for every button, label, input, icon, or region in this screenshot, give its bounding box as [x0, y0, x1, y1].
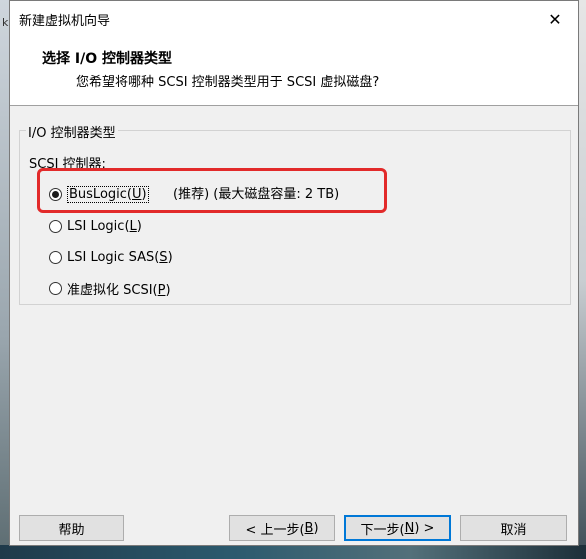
radio-label-paravirtual-scsi[interactable]: 准虚拟化 SCSI(P)	[67, 279, 171, 298]
cancel-button[interactable]: 取消	[460, 515, 567, 541]
back-button[interactable]: < 上一步(B)	[229, 515, 335, 541]
close-button[interactable]: ✕	[532, 1, 578, 37]
window-title: 新建虚拟机向导	[19, 14, 111, 29]
radio-lsi-logic-sas[interactable]: LSI Logic SAS(S)	[49, 247, 173, 267]
page-title: 选择 I/O 控制器类型	[42, 51, 172, 67]
radio-button-icon[interactable]	[49, 250, 62, 264]
radio-button-icon[interactable]	[49, 219, 62, 233]
page-subtitle: 您希望将哪种 SCSI 控制器类型用于 SCSI 虚拟磁盘?	[76, 75, 380, 90]
radio-label-lsi-logic-sas[interactable]: LSI Logic SAS(S)	[67, 250, 173, 265]
title-bar: 新建虚拟机向导 ✕	[10, 1, 578, 37]
close-icon: ✕	[548, 9, 562, 29]
group-legend: I/O 控制器类型	[26, 122, 118, 141]
wizard-header: 选择 I/O 控制器类型 您希望将哪种 SCSI 控制器类型用于 SCSI 虚拟…	[10, 37, 578, 106]
radio-lsi-logic[interactable]: LSI Logic(L)	[49, 216, 142, 236]
radio-paravirtual-scsi[interactable]: 准虚拟化 SCSI(P)	[49, 278, 171, 298]
button-bar: 帮助 < 上一步(B) 下一步(N) > 取消	[10, 505, 578, 545]
help-button[interactable]: 帮助	[19, 515, 124, 541]
radio-button-icon[interactable]	[49, 281, 62, 295]
background-text: k	[2, 16, 9, 29]
background-right	[578, 0, 586, 559]
radio-label-lsi-logic[interactable]: LSI Logic(L)	[67, 219, 142, 234]
background-bottom	[0, 545, 586, 559]
annotation-highlight-box	[37, 168, 387, 213]
new-vm-wizard-dialog: 新建虚拟机向导 ✕ 选择 I/O 控制器类型 您希望将哪种 SCSI 控制器类型…	[9, 0, 579, 546]
next-button[interactable]: 下一步(N) >	[344, 515, 451, 541]
